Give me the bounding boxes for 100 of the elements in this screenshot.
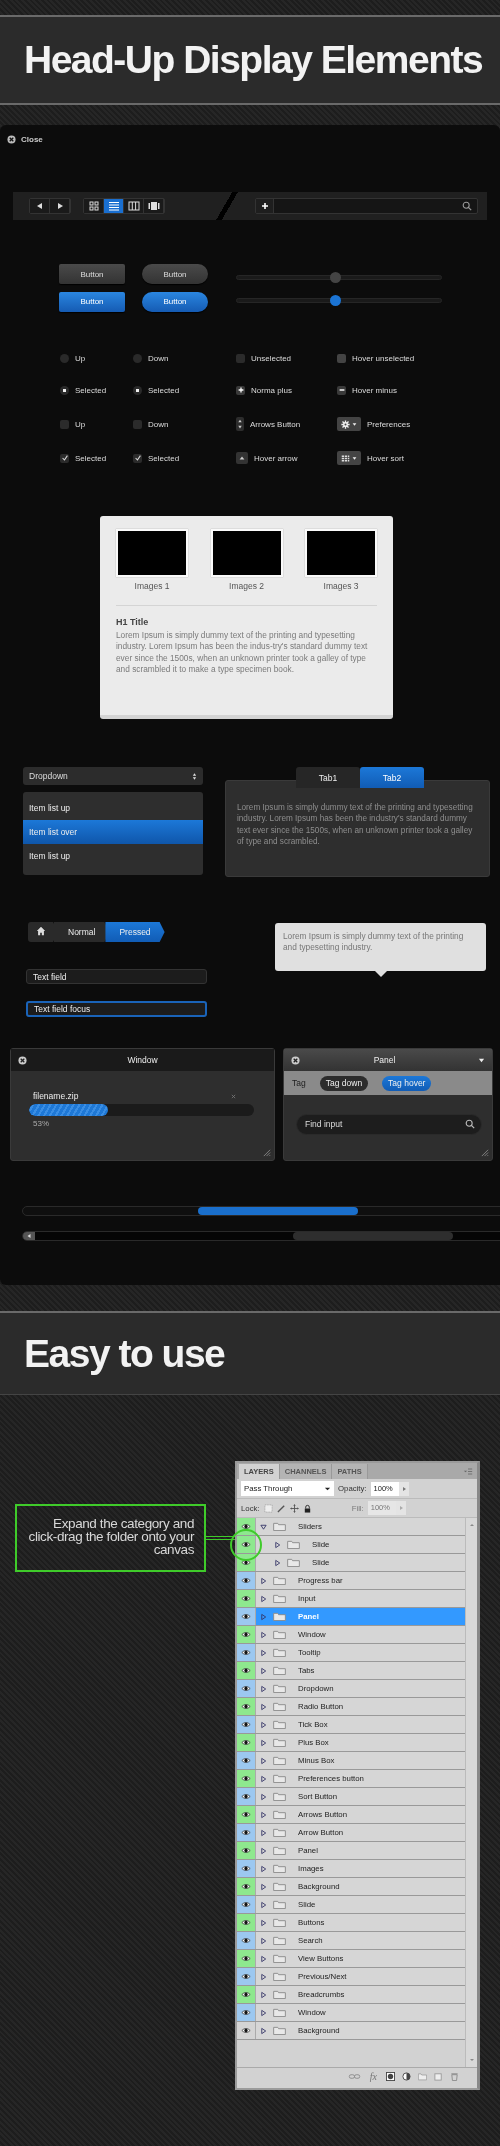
scrollbar-thumb[interactable] (293, 1232, 453, 1240)
collapsed-triangle-icon[interactable] (260, 1594, 267, 1603)
list-item[interactable]: Item list over (23, 820, 203, 844)
visibility-toggle[interactable] (237, 1986, 256, 2003)
checkbox[interactable] (60, 453, 69, 463)
next-button[interactable] (50, 199, 70, 213)
collapsed-triangle-icon[interactable] (260, 1810, 267, 1819)
fill-slider-button[interactable] (395, 1501, 406, 1515)
visibility-toggle[interactable] (237, 1716, 256, 1733)
visibility-toggle[interactable] (237, 1950, 256, 1967)
visibility-toggle[interactable] (237, 1662, 256, 1679)
dropdown[interactable]: Dropdown (23, 767, 203, 785)
collapsed-triangle-icon[interactable] (260, 1576, 267, 1585)
collapsed-triangle-icon[interactable] (260, 1954, 267, 1963)
visibility-toggle[interactable] (237, 1572, 256, 1589)
scrollbar[interactable] (465, 1518, 477, 2067)
visibility-toggle[interactable] (237, 1518, 256, 1535)
lock-icon[interactable] (302, 1503, 312, 1513)
visibility-toggle[interactable] (237, 1842, 256, 1859)
grid-view-button[interactable] (84, 199, 104, 213)
checkbox[interactable] (133, 453, 142, 463)
tag[interactable]: Tag (292, 1078, 306, 1088)
scroll-left-button[interactable] (23, 1232, 35, 1240)
mask-icon[interactable] (386, 2072, 395, 2081)
visibility-toggle[interactable] (237, 1968, 256, 1985)
visibility-toggle[interactable] (237, 1536, 256, 1553)
collapsed-triangle-icon[interactable] (260, 1900, 267, 1909)
breadcrumb[interactable]: Pressed (105, 922, 165, 942)
collapsed-triangle-icon[interactable] (260, 1702, 267, 1711)
cancel-icon[interactable] (231, 1093, 236, 1099)
collapsed-triangle-icon[interactable] (260, 1756, 267, 1765)
visibility-toggle[interactable] (237, 1734, 256, 1751)
visibility-toggle[interactable] (237, 1914, 256, 1931)
collapsed-triangle-icon[interactable] (260, 1612, 267, 1621)
close-icon[interactable] (291, 1055, 300, 1065)
scrollbar[interactable] (22, 1206, 500, 1216)
scrollbar[interactable] (22, 1231, 500, 1241)
visibility-toggle[interactable] (237, 1770, 256, 1787)
scroll-down-icon[interactable] (468, 2057, 475, 2063)
tab[interactable]: Tab2 (360, 767, 424, 788)
collapsed-triangle-icon[interactable] (260, 1918, 267, 1927)
tag[interactable]: Tag hover (382, 1075, 432, 1091)
radio-button[interactable] (60, 353, 69, 363)
checkbox[interactable] (60, 419, 69, 429)
radio-button[interactable] (133, 353, 142, 363)
visibility-toggle[interactable] (237, 1824, 256, 1841)
brush-icon[interactable] (276, 1503, 286, 1513)
opacity-slider-button[interactable] (398, 1481, 409, 1496)
tag[interactable]: Tag down (319, 1075, 369, 1091)
add-button[interactable] (256, 199, 274, 213)
slider-track[interactable] (236, 298, 442, 303)
button[interactable]: Button (142, 264, 208, 284)
collapsed-triangle-icon[interactable] (274, 1540, 281, 1549)
visibility-toggle[interactable] (237, 1626, 256, 1643)
stepper-button[interactable] (236, 417, 244, 431)
scrollbar-thumb[interactable] (198, 1207, 358, 1215)
resize-grip-icon[interactable] (480, 1148, 489, 1157)
expanded-triangle-icon[interactable] (260, 1522, 267, 1531)
columns-view-button[interactable] (124, 199, 144, 213)
slider-thumb[interactable] (329, 295, 341, 306)
collapsed-triangle-icon[interactable] (260, 1846, 267, 1855)
arrow-button[interactable] (236, 452, 248, 464)
visibility-toggle[interactable] (237, 1698, 256, 1715)
move-icon[interactable] (289, 1503, 299, 1513)
collapsed-triangle-icon[interactable] (260, 2008, 267, 2017)
collapsed-triangle-icon[interactable] (260, 1684, 267, 1693)
list-item[interactable]: Item list up (23, 796, 203, 820)
collapsed-triangle-icon[interactable] (260, 1648, 267, 1657)
sort-menu-button[interactable] (337, 451, 361, 465)
visibility-toggle[interactable] (237, 1752, 256, 1769)
visibility-toggle[interactable] (237, 1932, 256, 1949)
minus-button[interactable] (337, 385, 346, 395)
checkbox[interactable] (337, 353, 346, 363)
visibility-toggle[interactable] (237, 1554, 256, 1571)
tab[interactable]: Tab1 (296, 767, 360, 788)
slider-thumb[interactable] (329, 272, 341, 283)
visibility-toggle[interactable] (237, 1788, 256, 1805)
visibility-toggle[interactable] (237, 1644, 256, 1661)
collapsed-triangle-icon[interactable] (260, 1936, 267, 1945)
button[interactable]: Button (59, 264, 125, 284)
collapsed-triangle-icon[interactable] (260, 2026, 267, 2035)
scroll-up-icon[interactable] (468, 1522, 475, 1528)
dropdown-arrow-icon[interactable] (478, 1056, 485, 1064)
collapsed-triangle-icon[interactable] (260, 1792, 267, 1801)
close-button[interactable]: Close (4, 133, 46, 146)
collapsed-triangle-icon[interactable] (260, 1828, 267, 1837)
coverflow-view-button[interactable] (144, 199, 164, 213)
collapsed-triangle-icon[interactable] (260, 1774, 267, 1783)
search-field[interactable]: Find input (296, 1113, 482, 1135)
close-icon[interactable] (18, 1055, 27, 1065)
adjustment-icon[interactable] (402, 2072, 411, 2081)
collapsed-triangle-icon[interactable] (260, 1882, 267, 1891)
collapsed-triangle-icon[interactable] (260, 1864, 267, 1873)
visibility-toggle[interactable] (237, 1680, 256, 1697)
collapsed-triangle-icon[interactable] (260, 1630, 267, 1639)
radio-button[interactable] (133, 385, 142, 395)
checkbox[interactable] (236, 353, 245, 363)
search-field[interactable] (255, 198, 478, 214)
visibility-toggle[interactable] (237, 1878, 256, 1895)
visibility-toggle[interactable] (237, 1806, 256, 1823)
